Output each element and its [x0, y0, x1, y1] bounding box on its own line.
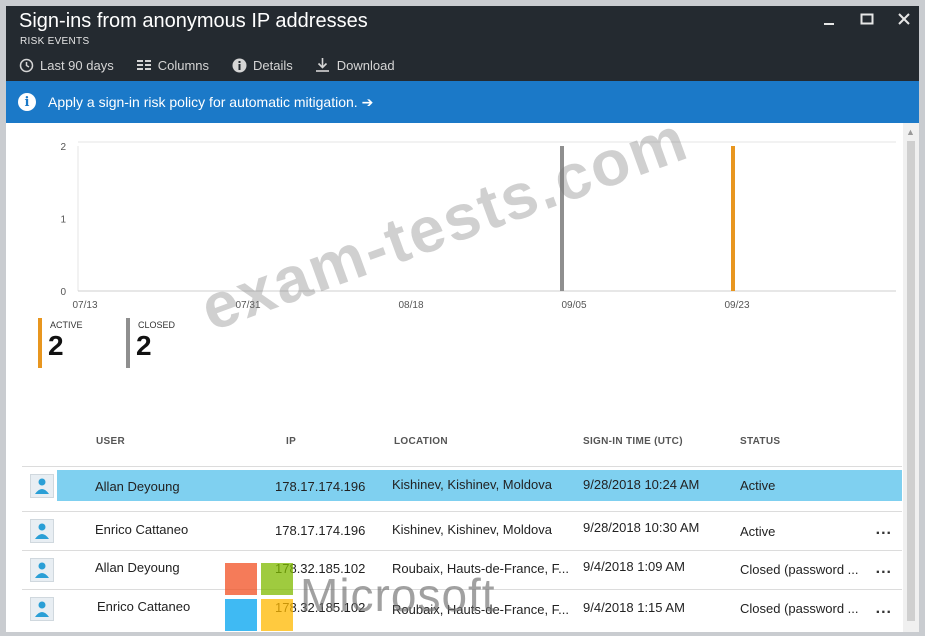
user-icon [30, 519, 54, 543]
close-icon [898, 13, 910, 25]
sign-in-time-cell: 9/4/2018 1:09 AM [583, 559, 685, 574]
status-cell: Closed (password ... [740, 562, 859, 577]
location-cell: Roubaix, Hauts-de-France, F... [392, 561, 570, 576]
columns-icon [136, 57, 152, 73]
bar-closed [560, 146, 564, 291]
toolbar: Last 90 days Columns Details Download [18, 55, 395, 75]
maximize-icon [860, 13, 874, 25]
status-cell: Active [740, 524, 776, 539]
user-cell: Allan Deyoung [95, 479, 180, 494]
info-icon [231, 57, 247, 73]
last-90-days-label: Last 90 days [40, 57, 114, 73]
y-tick-label: 2 [60, 142, 66, 153]
sign-in-time-cell: 9/4/2018 1:15 AM [583, 600, 685, 615]
column-header-status[interactable]: STATUS [740, 436, 780, 447]
maximize-button[interactable] [857, 12, 877, 31]
column-header-user[interactable]: USER [96, 436, 125, 447]
active-label: ACTIVE [50, 320, 83, 330]
sign-in-time-cell: 9/28/2018 10:24 AM [583, 477, 700, 492]
active-color-bar [38, 318, 42, 368]
details-button[interactable]: Details [231, 57, 293, 73]
download-icon [315, 57, 331, 73]
row-more-button[interactable]: ... [876, 560, 892, 578]
risk-policy-banner[interactable]: i Apply a sign-in risk policy for automa… [6, 81, 919, 123]
active-count: 2 [48, 330, 64, 361]
closed-count: 2 [136, 330, 152, 361]
x-tick-label: 08/18 [398, 300, 423, 311]
column-header-ip[interactable]: IP [286, 436, 296, 447]
info-icon: i [18, 93, 36, 111]
column-header-sign-in-time[interactable]: SIGN-IN TIME (UTC) [583, 436, 683, 447]
column-header-location[interactable]: LOCATION [394, 436, 448, 447]
vertical-scrollbar[interactable]: ▲ [903, 123, 919, 632]
location-cell: Roubaix, Hauts-de-France, F... [392, 602, 570, 617]
user-icon [30, 474, 54, 498]
closed-color-bar [126, 318, 130, 368]
ip-cell: 178.17.174.196 [275, 523, 366, 538]
user-icon [30, 558, 54, 582]
user-cell: Enrico Cattaneo [97, 599, 191, 614]
table-row[interactable]: Enrico Cattaneo 178.17.174.196 Kishinev,… [22, 511, 902, 549]
risk-policy-banner-text: Apply a sign-in risk policy for automati… [48, 93, 374, 110]
location-cell: Kishinev, Kishinev, Moldova [392, 522, 552, 537]
details-label: Details [253, 57, 293, 73]
blade-title: Sign-ins from anonymous IP addresses [19, 10, 368, 32]
scroll-up-icon[interactable]: ▲ [906, 127, 915, 137]
bar-active [731, 146, 735, 291]
ip-cell: 178.32.185.102 [275, 600, 366, 615]
download-label: Download [336, 57, 395, 73]
sign-in-time-cell: 9/28/2018 10:30 AM [583, 520, 700, 535]
table-row[interactable]: Enrico Cattaneo 178.32.185.102 Roubaix, … [22, 589, 902, 627]
table-row[interactable]: Allan Deyoung 178.17.174.196 Kishinev, K… [22, 466, 902, 504]
user-cell: Allan Deyoung [95, 560, 180, 575]
ip-cell: 178.17.174.196 [275, 479, 366, 494]
status-cell: Active [740, 478, 776, 493]
scrollbar-thumb[interactable] [907, 141, 915, 621]
user-icon [30, 597, 54, 621]
ip-cell: 178.32.185.102 [275, 561, 366, 576]
columns-label: Columns [157, 57, 210, 73]
user-cell: Enrico Cattaneo [95, 522, 189, 537]
location-cell: Kishinev, Kishinev, Moldova [392, 477, 552, 492]
columns-button[interactable]: Columns [136, 57, 209, 73]
risk-events-chart: 2 1 0 07/13 07/31 08/18 09/05 09/23 [60, 141, 896, 311]
y-tick-label: 0 [60, 287, 66, 298]
x-tick-label: 09/05 [561, 300, 586, 311]
download-button[interactable]: Download [315, 57, 395, 73]
clock-icon [18, 57, 34, 73]
risk-events-blade: Sign-ins from anonymous IP addresses RIS… [6, 6, 919, 632]
x-tick-label: 09/23 [724, 300, 749, 311]
blade-subtitle: RISK EVENTS [20, 36, 90, 47]
y-tick-label: 1 [60, 215, 66, 226]
blade-header: Sign-ins from anonymous IP addresses RIS… [6, 6, 919, 81]
closed-label: CLOSED [138, 320, 176, 330]
close-button[interactable] [894, 12, 914, 31]
status-cell: Closed (password ... [740, 601, 859, 616]
x-tick-label: 07/13 [72, 300, 97, 311]
x-tick-label: 07/31 [235, 300, 260, 311]
row-more-button[interactable]: ... [876, 521, 892, 539]
minimize-icon [824, 23, 834, 25]
minimize-button[interactable] [819, 12, 839, 31]
row-more-button[interactable]: ... [876, 600, 892, 618]
table-row[interactable]: Allan Deyoung 178.32.185.102 Roubaix, Ha… [22, 550, 902, 588]
last-90-days-button[interactable]: Last 90 days [18, 57, 114, 73]
